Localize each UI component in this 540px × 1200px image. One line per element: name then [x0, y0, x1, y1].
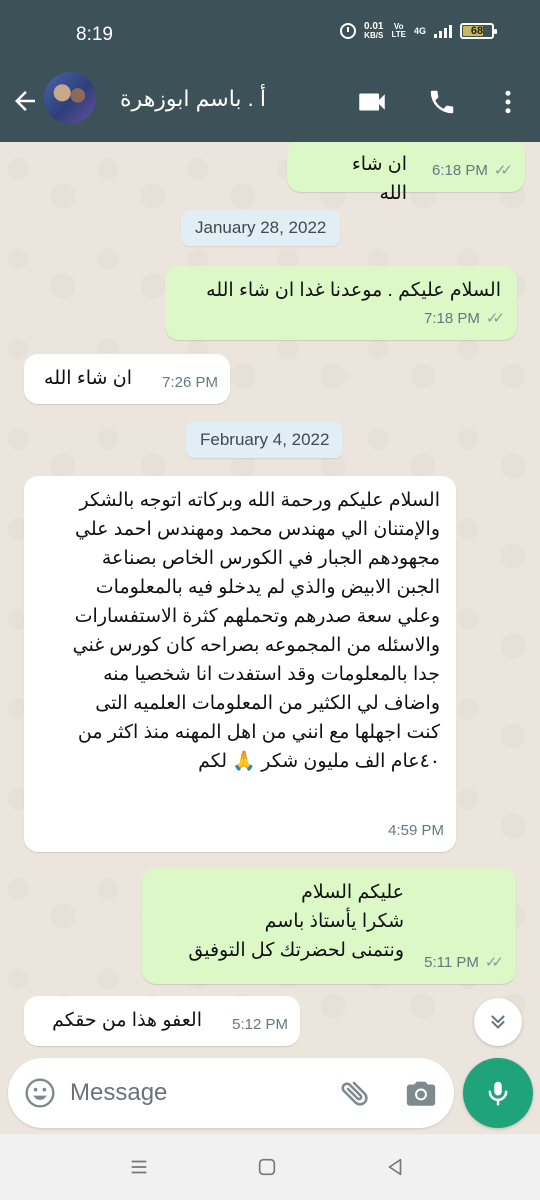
date-separator: January 28, 2022	[181, 210, 341, 246]
status-icons: 0.01 KB/S Vo LTE 4G 68	[340, 21, 497, 41]
message-line: كنت اجهلها مع انني من اهل المهنه منذ اكث…	[77, 722, 440, 743]
message-line: عليكم السلام	[301, 882, 404, 903]
date-separator: February 4, 2022	[186, 422, 344, 458]
message-line: الجبن الابيض والذي لم يدخلو فيه بالمعلوم…	[95, 577, 440, 598]
message-time: 5:12 PM	[232, 1016, 288, 1033]
double-check-icon: ✓✓	[493, 162, 513, 179]
message-incoming[interactable]: العفو هذا من حقكم 5:12 PM	[24, 996, 300, 1046]
home-icon[interactable]	[254, 1154, 280, 1180]
message-composer	[8, 1058, 454, 1128]
back-arrow-icon[interactable]	[10, 86, 40, 116]
message-line: والإمتنان الي مهندس محمد ومهندس احمد علي	[75, 519, 440, 540]
volte-indicator: Vo LTE	[391, 23, 406, 39]
message-line: جدا بالمعلومات وقد استفدت انا شخصيا منه	[103, 664, 440, 685]
message-line: والاسئله من المجموعه بصراحه كان كورس غني	[72, 635, 440, 656]
signal-icon	[434, 24, 452, 38]
message-time: 4:59 PM	[388, 822, 444, 839]
message-meta: 4:59 PM	[388, 816, 444, 845]
message-meta: 5:11 PM ✓✓	[424, 948, 504, 977]
emoji-icon[interactable]	[24, 1077, 56, 1109]
date-text: January 28, 2022	[195, 218, 327, 237]
network-speed: 0.01 KB/S	[364, 21, 384, 41]
message-line: السلام عليكم ورحمة الله وبركاته اتوجه با…	[79, 490, 440, 511]
volte-bottom: LTE	[391, 30, 406, 39]
paperclip-icon[interactable]	[338, 1076, 372, 1110]
message-line: واضاف لي الكثير من المعلومات العلميه الت…	[95, 693, 440, 714]
message-line: وعلي سعة صدرهم وتحملهم كثرة الاستفسارات	[74, 606, 440, 627]
network-speed-unit: KB/S	[364, 31, 384, 40]
message-time: 6:18 PM	[431, 162, 488, 179]
double-check-icon: ✓✓	[484, 954, 504, 971]
message-line: شكرا يأستاذ باسم	[264, 911, 404, 932]
status-time: 8:19	[76, 24, 113, 45]
more-vertical-icon[interactable]	[490, 84, 526, 120]
message-outgoing[interactable]: السلام عليكم . موعدنا غدا ان شاء الله 7:…	[165, 266, 517, 340]
network-speed-value: 0.01	[364, 21, 384, 32]
contact-name[interactable]: أ . باسم ابوزهرة	[106, 86, 266, 112]
back-nav-icon[interactable]	[382, 1154, 408, 1180]
alarm-icon	[340, 23, 356, 39]
message-meta: 5:12 PM	[232, 1010, 288, 1039]
message-text: السلام عليكم . موعدنا غدا ان شاء الله	[206, 280, 501, 301]
chat-area[interactable]: ان شاء الله 6:18 PM ✓✓ January 28, 2022 …	[0, 142, 540, 1056]
message-time: 7:18 PM	[423, 310, 480, 327]
battery-level: 68	[470, 25, 484, 37]
battery-icon: 68	[460, 23, 497, 39]
status-bar: 8:19 0.01 KB/S Vo LTE 4G 68	[0, 0, 540, 70]
message-text: العفو هذا من حقكم	[52, 1010, 202, 1031]
message-outgoing[interactable]: ان شاء الله 6:18 PM ✓✓	[287, 142, 525, 204]
message-meta: 7:26 PM	[162, 368, 218, 397]
message-outgoing[interactable]: عليكم السلام شكرا يأستاذ باسم ونتمنى لحض…	[142, 868, 516, 984]
message-meta: 7:18 PM ✓✓	[424, 304, 505, 333]
double-check-icon: ✓✓	[485, 310, 505, 327]
system-nav-bar	[0, 1134, 540, 1200]
voice-call-icon[interactable]	[424, 84, 460, 120]
message-line: ٤٠عام الف مليون شكر 🙏 لكم	[198, 751, 440, 772]
message-meta: 6:18 PM ✓✓	[432, 156, 513, 185]
chevrons-down-icon[interactable]	[474, 998, 522, 1046]
camera-icon[interactable]	[404, 1076, 438, 1110]
avatar[interactable]	[44, 72, 96, 124]
message-line: مجهودهم الجبار في الكورس الخاص بصناعة	[101, 548, 440, 569]
message-time: 5:11 PM	[424, 954, 479, 971]
microphone-icon[interactable]	[463, 1058, 533, 1128]
message-text: ان شاء الله	[351, 154, 407, 204]
message-time: 7:26 PM	[162, 374, 218, 391]
video-call-icon[interactable]	[354, 84, 390, 120]
message-text: ان شاء الله	[44, 368, 132, 389]
message-input[interactable]	[70, 1073, 320, 1113]
date-text: February 4, 2022	[200, 430, 330, 449]
network-type: 4G	[413, 26, 426, 36]
message-incoming[interactable]: ان شاء الله 7:26 PM	[24, 354, 230, 404]
message-incoming[interactable]: السلام عليكم ورحمة الله وبركاته اتوجه با…	[24, 476, 456, 852]
recent-apps-icon[interactable]	[126, 1154, 152, 1180]
